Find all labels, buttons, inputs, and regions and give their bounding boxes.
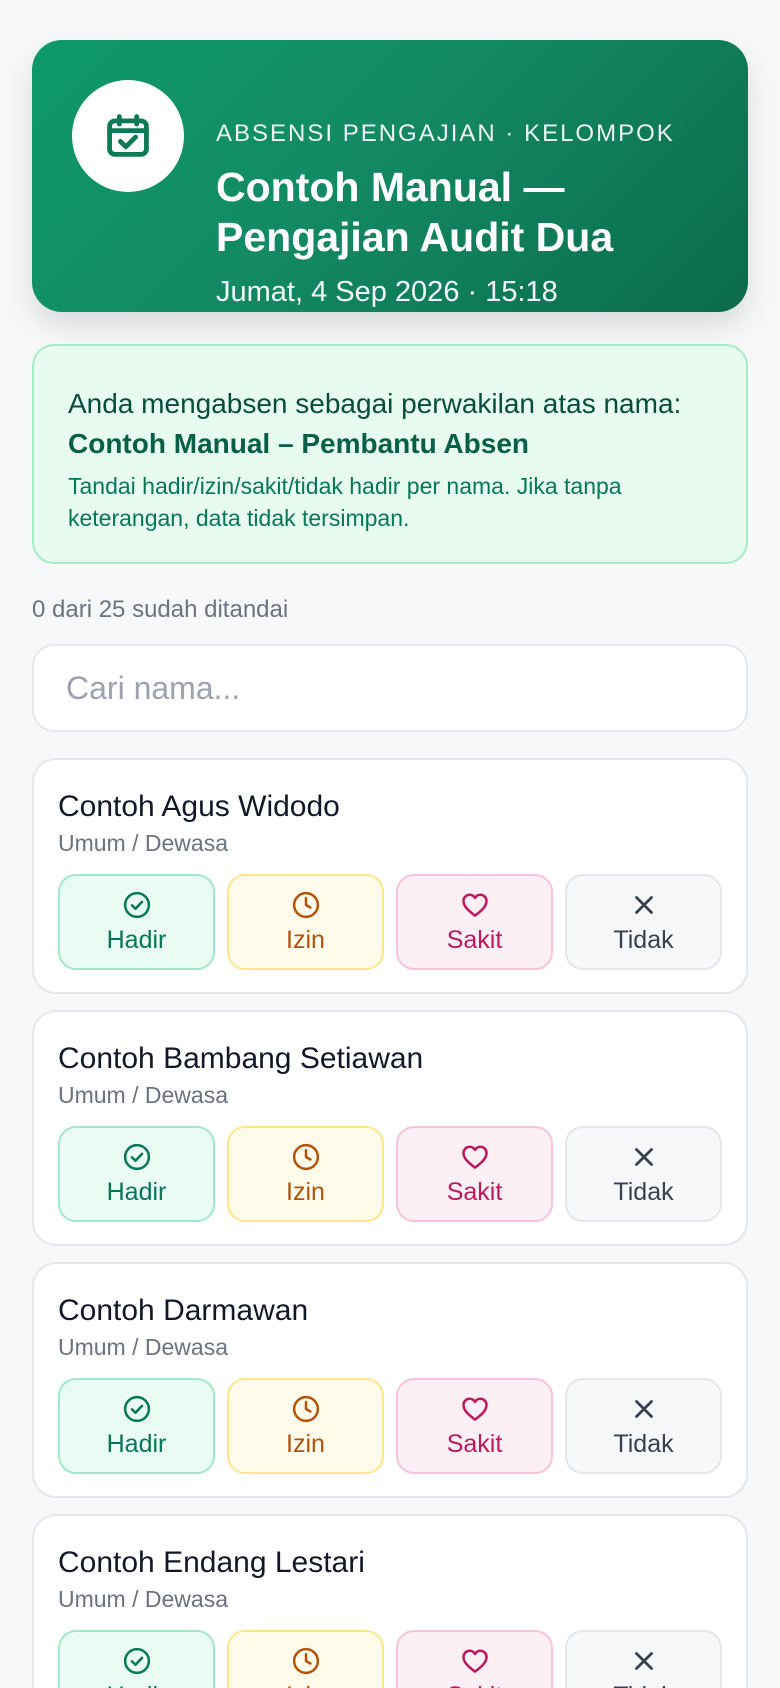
mark-tidak-button[interactable]: Tidak (565, 1378, 722, 1474)
clock-icon (291, 1646, 321, 1682)
mark-izin-button[interactable]: Izin (227, 874, 384, 970)
x-icon (629, 890, 659, 926)
member-card: Contoh Darmawan Umum / Dewasa Hadir Izin Sak… (32, 1262, 748, 1498)
heart-icon (460, 1394, 490, 1430)
mark-hadir-label: Hadir (106, 925, 167, 954)
check-circle-icon (122, 1646, 152, 1682)
mark-sakit-button[interactable]: Sakit (396, 1378, 553, 1474)
check-circle-icon (122, 1394, 152, 1430)
session-title: Contoh Manual — Pengajian Audit Dua (216, 164, 614, 260)
mark-izin-label: Izin (286, 1429, 325, 1458)
session-header-card: ABSENSI PENGAJIAN · KELOMPOK Contoh Manu… (32, 40, 748, 312)
marked-progress-text: 0 dari 25 sudah ditandai (32, 596, 289, 623)
member-card: Contoh Bambang Setiawan Umum / Dewasa Hadi… (32, 1010, 748, 1246)
check-circle-icon (122, 1142, 152, 1178)
status-button-group: Hadir Izin Sakit Tidak (58, 1378, 722, 1474)
x-icon (629, 1142, 659, 1178)
heart-icon (460, 1646, 490, 1682)
member-name: Contoh Darmawan (58, 1294, 309, 1327)
member-card: Contoh Agus Widodo Umum / Dewasa Hadir Izin… (32, 758, 748, 994)
proxy-info-text: Anda mengabsen sebagai perwakilan atas n… (68, 388, 682, 419)
mark-tidak-button[interactable]: Tidak (565, 1630, 722, 1688)
x-icon (629, 1646, 659, 1682)
mark-tidak-label: Tidak (613, 1429, 674, 1458)
mark-sakit-label: Sakit (446, 925, 503, 954)
session-datetime: Jumat, 4 Sep 2026 · 15:18 (216, 276, 558, 308)
mark-hadir-button[interactable]: Hadir (58, 874, 215, 970)
mark-izin-button[interactable]: Izin (227, 1378, 384, 1474)
member-name: Contoh Bambang Setiawan (58, 1042, 424, 1075)
member-group: Umum / Dewasa (58, 1082, 228, 1108)
mark-sakit-label: Sakit (447, 1682, 503, 1688)
mark-tidak-label: Tidak (613, 1682, 673, 1688)
clock-icon (291, 890, 321, 926)
mark-hadir-button[interactable]: Hadir (58, 1378, 215, 1474)
member-group: Umum / Dewasa (58, 1586, 228, 1612)
heart-icon (460, 890, 490, 926)
mark-izin-label: Izin (286, 925, 325, 954)
mark-hadir-button[interactable]: Hadir (58, 1630, 215, 1688)
mark-sakit-label: Sakit (446, 1429, 503, 1458)
mark-sakit-button[interactable]: Sakit (396, 1126, 553, 1222)
mark-sakit-button[interactable]: Sakit (396, 874, 553, 970)
proxy-name: Contoh Manual – Pembantu Absen (68, 428, 529, 459)
status-button-group: Hadir Izin Sakit Tidak (58, 1630, 722, 1688)
mark-izin-label: Izin (286, 1177, 325, 1206)
search-name-input[interactable] (32, 644, 748, 732)
member-name: Contoh Agus Widodo (58, 790, 340, 823)
member-group: Umum / Dewasa (58, 1334, 228, 1360)
check-circle-icon (122, 890, 152, 926)
member-name: Contoh Endang Lestari (58, 1546, 365, 1579)
status-button-group: Hadir Izin Sakit Tidak (58, 1126, 722, 1222)
session-kicker: ABSENSI PENGAJIAN · KELOMPOK (216, 120, 675, 147)
x-icon (629, 1394, 659, 1430)
status-button-group: Hadir Izin Sakit Tidak (58, 874, 722, 970)
heart-icon (460, 1142, 490, 1178)
clock-icon (291, 1394, 321, 1430)
member-card: Contoh Endang Lestari Umum / Dewasa Hadir I… (32, 1514, 748, 1688)
mark-izin-label: Izin (286, 1682, 325, 1688)
mark-hadir-label: Hadir (106, 1429, 167, 1458)
mark-sakit-button[interactable]: Sakit (396, 1630, 553, 1688)
mark-tidak-button[interactable]: Tidak (565, 874, 722, 970)
mark-sakit-label: Sakit (446, 1177, 503, 1206)
mark-izin-button[interactable]: Izin (227, 1126, 384, 1222)
calendar-check-icon (72, 80, 184, 192)
member-group: Umum / Dewasa (58, 830, 228, 856)
attendance-page: ABSENSI PENGAJIAN · KELOMPOK Contoh Manu… (0, 0, 780, 1688)
mark-tidak-label: Tidak (613, 1177, 674, 1206)
mark-hadir-button[interactable]: Hadir (58, 1126, 215, 1222)
mark-tidak-button[interactable]: Tidak (565, 1126, 722, 1222)
mark-hadir-label: Hadir (107, 1682, 167, 1688)
mark-izin-button[interactable]: Izin (227, 1630, 384, 1688)
mark-tidak-label: Tidak (613, 925, 674, 954)
proxy-info-note: Tandai hadir/izin/sakit/tidak hadir per … (68, 473, 622, 531)
mark-hadir-label: Hadir (106, 1177, 167, 1206)
proxy-info-box: Anda mengabsen sebagai perwakilan atas n… (32, 344, 748, 564)
clock-icon (291, 1142, 321, 1178)
